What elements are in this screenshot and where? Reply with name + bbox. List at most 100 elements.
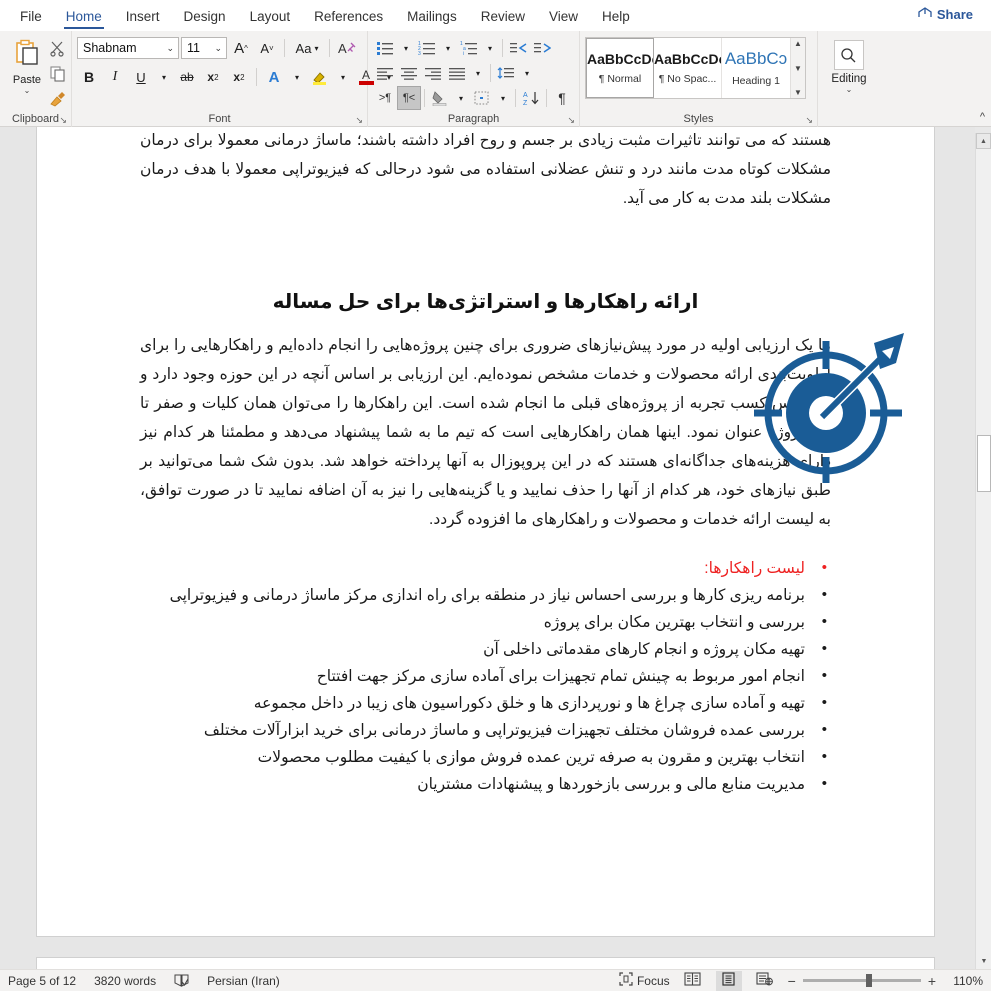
strikethrough-button[interactable]: ab (175, 65, 199, 89)
scroll-down-button[interactable]: ▼ (976, 953, 991, 969)
print-layout-button[interactable] (715, 970, 742, 991)
chevron-up-icon[interactable]: ^ (980, 111, 985, 123)
zoom-slider[interactable] (802, 974, 921, 987)
word-count[interactable]: 3820 words (94, 974, 156, 988)
numbering-caret-icon[interactable]: ▾ (439, 36, 457, 60)
tab-references[interactable]: References (302, 5, 395, 31)
increase-indent-button[interactable] (530, 36, 554, 60)
superscript-button[interactable]: x2 (227, 65, 251, 89)
styles-gallery[interactable]: AaBbCcDc ¶ Normal AaBbCcDc ¶ No Spac... … (585, 37, 806, 99)
show-formatting-marks-button[interactable]: ¶ (550, 86, 574, 110)
style-preview: AaBbCcDc (654, 51, 721, 67)
share-button[interactable]: Share (907, 3, 983, 25)
list-item: تهیه مکان پروژه و انجام کارهای مقدماتی د… (140, 635, 831, 663)
justify-button[interactable] (445, 61, 469, 85)
page-indicator[interactable]: Page 5 of 12 (8, 974, 76, 988)
bullets-button[interactable] (373, 36, 397, 60)
proofing-check-icon[interactable] (174, 974, 189, 988)
tab-review[interactable]: Review (469, 5, 537, 31)
tab-help[interactable]: Help (590, 5, 642, 31)
paste-button[interactable]: Paste ⌄ (5, 36, 49, 95)
styles-more-icon[interactable]: ▼ (794, 88, 802, 97)
underline-button[interactable]: U (129, 65, 153, 89)
copy-icon[interactable] (49, 65, 66, 87)
sort-button[interactable]: AZ (519, 86, 543, 110)
document-page-5[interactable]: هستند که می توانند تاثیرات مثبت زیادی بر… (36, 127, 935, 937)
language-indicator[interactable]: Persian (Iran) (207, 974, 280, 988)
shading-button[interactable] (428, 86, 452, 110)
text-effects-button[interactable]: A (262, 65, 286, 89)
style-item-normal[interactable]: AaBbCcDc ¶ Normal (586, 38, 654, 98)
zoom-slider-thumb[interactable] (865, 974, 872, 987)
format-painter-icon[interactable] (49, 90, 66, 112)
editing-button[interactable]: Editing ⌄ (831, 36, 867, 94)
font-name-combo[interactable]: Shabnam ⌄ (77, 37, 179, 59)
editing-caret-icon[interactable]: ⌄ (846, 86, 853, 94)
bullets-caret-icon[interactable]: ▾ (397, 36, 415, 60)
align-center-button[interactable] (397, 61, 421, 85)
zoom-in-button[interactable]: + (928, 973, 936, 989)
change-case-button[interactable]: Aa ▾ (290, 36, 324, 60)
focus-mode-button[interactable]: Focus (619, 972, 670, 989)
tab-file[interactable]: File (8, 5, 54, 31)
paste-caret-icon[interactable]: ⌄ (24, 87, 31, 95)
justify-caret-icon[interactable]: ▾ (469, 61, 487, 85)
clipboard-dialog-launcher-icon[interactable]: ↘ (59, 115, 67, 126)
document-page-6[interactable] (36, 957, 935, 969)
style-item-no-spacing[interactable]: AaBbCcDc ¶ No Spac... (654, 38, 722, 98)
numbering-button[interactable]: 123 (415, 36, 439, 60)
borders-caret-icon[interactable]: ▾ (494, 86, 512, 110)
subscript-button[interactable]: x2 (201, 65, 225, 89)
highlight-button[interactable] (308, 65, 332, 89)
scroll-down-icon[interactable]: ▼ (794, 64, 802, 73)
paste-icon (12, 38, 42, 73)
vertical-scrollbar[interactable]: ▲ ▼ (975, 127, 991, 969)
web-layout-button[interactable] (752, 971, 778, 991)
grow-font-button[interactable]: A ^ (229, 36, 253, 60)
divider (329, 39, 330, 57)
split-window-handle[interactable] (975, 127, 991, 133)
text-effects-caret-icon[interactable]: ▾ (288, 65, 306, 89)
zoom-level-label[interactable]: 110% (943, 974, 983, 988)
scrollbar-thumb[interactable] (977, 435, 991, 492)
line-spacing-caret-icon[interactable]: ▾ (518, 61, 536, 85)
tab-design[interactable]: Design (172, 5, 238, 31)
shading-caret-icon[interactable]: ▾ (452, 86, 470, 110)
shrink-font-button[interactable]: A ˅ (255, 36, 279, 60)
zoom-out-button[interactable]: − (788, 973, 796, 989)
paragraph-dialog-launcher-icon[interactable]: ↘ (567, 115, 575, 126)
font-dialog-launcher-icon[interactable]: ↘ (355, 115, 363, 126)
scroll-up-button[interactable]: ▲ (976, 133, 991, 149)
line-spacing-button[interactable] (494, 61, 518, 85)
zoom-control[interactable]: − + 110% (788, 973, 983, 989)
multilevel-list-button[interactable]: 1ai (457, 36, 481, 60)
font-size-combo[interactable]: 11 ⌄ (181, 37, 227, 59)
scroll-up-icon[interactable]: ▲ (794, 39, 802, 48)
divider (515, 89, 516, 107)
svg-text:3: 3 (418, 51, 421, 56)
style-name: ¶ Normal (598, 73, 642, 85)
clear-formatting-button[interactable]: A (335, 36, 359, 60)
highlight-caret-icon[interactable]: ▾ (334, 65, 352, 89)
tab-mailings[interactable]: Mailings (395, 5, 469, 31)
bold-button[interactable]: B (77, 65, 101, 89)
underline-caret-icon[interactable]: ▾ (155, 65, 173, 89)
multilevel-caret-icon[interactable]: ▾ (481, 36, 499, 60)
tab-home[interactable]: Home (54, 5, 114, 31)
align-left-button[interactable] (373, 61, 397, 85)
italic-button[interactable]: I (103, 65, 127, 89)
borders-button[interactable] (470, 86, 494, 110)
decrease-indent-button[interactable] (506, 36, 530, 60)
target-with-arrow-icon[interactable] (754, 325, 914, 490)
tab-view[interactable]: View (537, 5, 590, 31)
styles-dialog-launcher-icon[interactable]: ↘ (805, 115, 813, 126)
scissors-icon[interactable] (49, 40, 66, 62)
tab-layout[interactable]: Layout (238, 5, 303, 31)
style-item-heading-1[interactable]: AaBbCɔ Heading 1 (722, 38, 790, 98)
tab-insert[interactable]: Insert (114, 5, 172, 31)
styles-gallery-scrollbar[interactable]: ▲ ▼ ▼ (790, 38, 805, 98)
right-to-left-button[interactable]: ¶< (397, 86, 421, 110)
left-to-right-button[interactable]: >¶ (373, 86, 397, 110)
align-right-button[interactable] (421, 61, 445, 85)
read-mode-button[interactable] (680, 971, 706, 991)
